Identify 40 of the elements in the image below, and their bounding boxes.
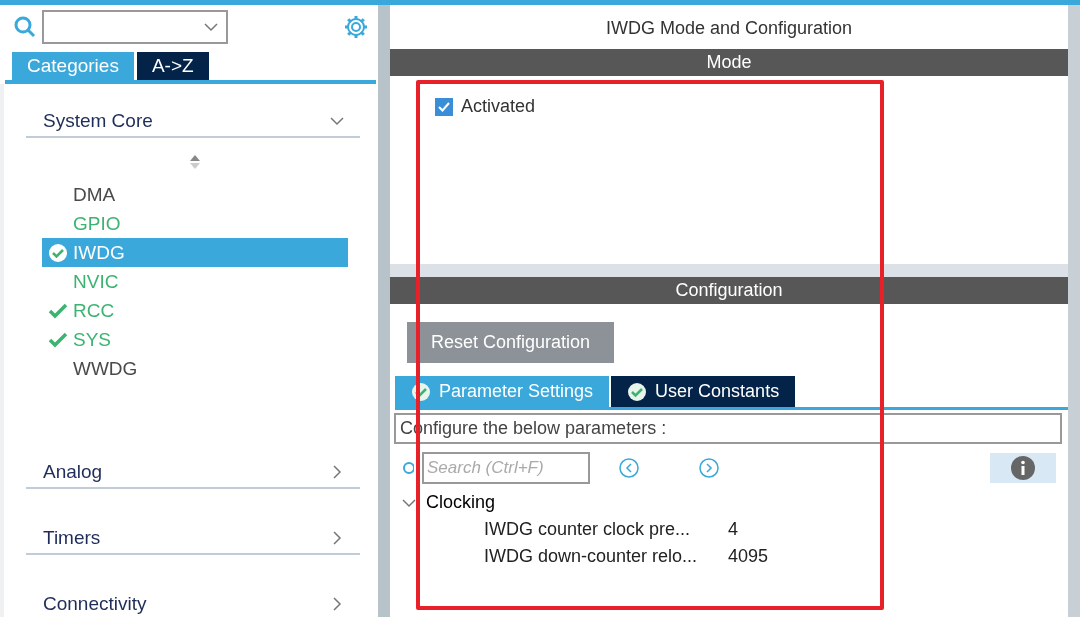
dropdown-chevron-icon[interactable] bbox=[204, 22, 218, 32]
info-icon bbox=[1011, 456, 1035, 480]
category-label: System Core bbox=[43, 110, 153, 132]
category-label: Timers bbox=[43, 527, 101, 549]
category-header[interactable]: Connectivity bbox=[26, 577, 360, 617]
next-icon[interactable] bbox=[698, 457, 720, 479]
configuration-header: Configuration bbox=[390, 277, 1068, 304]
settings-tab[interactable]: User Constants bbox=[611, 376, 796, 407]
activated-checkbox[interactable] bbox=[435, 97, 453, 116]
chevron-right-icon[interactable] bbox=[330, 465, 344, 479]
mode-header: Mode bbox=[390, 49, 1068, 76]
panel-title: IWDG Mode and Configuration bbox=[604, 17, 854, 40]
chevron-right-icon[interactable] bbox=[330, 531, 344, 545]
check-circle-icon bbox=[627, 381, 648, 402]
peripheral-item[interactable]: DMA bbox=[42, 180, 348, 209]
parameter-name: IWDG counter clock pre... bbox=[484, 519, 692, 540]
previous-icon[interactable] bbox=[618, 457, 640, 479]
category-header[interactable]: System Core bbox=[26, 94, 360, 138]
category-tab[interactable]: A->Z bbox=[136, 52, 209, 80]
category-label: Analog bbox=[43, 461, 103, 483]
parameter-name: IWDG down-counter relo... bbox=[484, 546, 699, 567]
checkbox-label: Activated bbox=[461, 96, 536, 117]
group-label[interactable]: Clocking bbox=[426, 492, 496, 513]
chevron-right-icon[interactable] bbox=[330, 597, 344, 611]
chevron-down-icon[interactable] bbox=[330, 114, 344, 128]
check-circle-icon bbox=[411, 381, 431, 402]
settings-icon[interactable] bbox=[344, 15, 368, 39]
search-icon[interactable] bbox=[402, 461, 414, 475]
search-icon[interactable] bbox=[14, 16, 36, 38]
category-header[interactable]: Analog bbox=[26, 445, 360, 489]
category-label: Connectivity bbox=[43, 593, 147, 615]
category-header[interactable]: Timers bbox=[26, 511, 360, 555]
peripheral-item[interactable]: WWDG bbox=[42, 354, 348, 383]
search-combo-field[interactable] bbox=[42, 10, 228, 44]
parameter-value[interactable]: 4 bbox=[728, 519, 738, 540]
sort-icon[interactable] bbox=[189, 154, 201, 170]
scrollbar-track[interactable] bbox=[1068, 5, 1080, 617]
info-button[interactable] bbox=[990, 453, 1056, 483]
parameter-value[interactable]: 4095 bbox=[728, 546, 769, 567]
parameter-search-field[interactable]: Search (Ctrl+F) bbox=[422, 452, 590, 484]
